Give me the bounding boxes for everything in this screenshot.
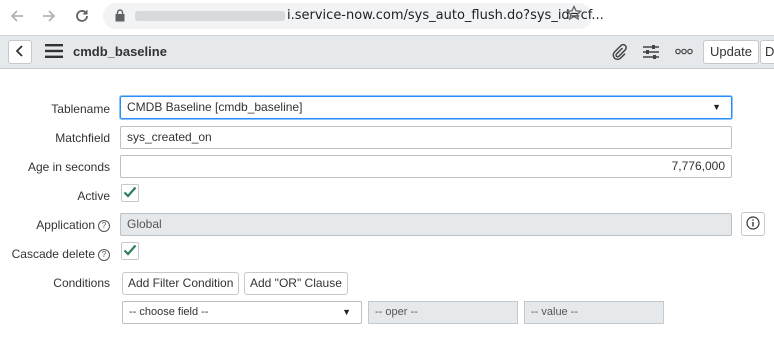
oper-value: -- oper -- — [375, 306, 418, 318]
dropdown-caret-icon: ▼ — [712, 102, 721, 112]
cascade-delete-label-wrap: Cascade delete? — [0, 247, 110, 261]
url-redacted — [135, 10, 285, 21]
application-label-wrap: Application? — [0, 218, 110, 232]
active-label: Active — [77, 189, 110, 203]
choose-field-value: -- choose field -- — [129, 306, 209, 318]
info-button[interactable] — [741, 212, 765, 236]
reload-icon[interactable] — [71, 5, 93, 27]
conditions-label: Conditions — [53, 276, 110, 290]
info-icon — [746, 215, 760, 233]
forward-icon[interactable] — [38, 5, 60, 27]
form-header: cmdb_baseline Update D — [0, 35, 774, 69]
hamburger-icon[interactable] — [45, 44, 63, 61]
matchfield-value: sys_created_on — [127, 130, 212, 144]
application-field: Global — [120, 213, 732, 236]
value-value: -- value -- — [531, 306, 579, 318]
more-icon[interactable] — [675, 48, 693, 55]
checkmark-icon — [123, 244, 137, 259]
chevron-left-icon — [15, 44, 25, 60]
checkmark-icon — [123, 186, 137, 201]
help-icon[interactable]: ? — [98, 248, 110, 261]
add-filter-condition-button[interactable]: Add Filter Condition — [122, 272, 240, 295]
help-icon[interactable]: ? — [98, 219, 110, 232]
matchfield-input[interactable]: sys_created_on — [120, 126, 732, 149]
cascade-delete-label: Cascade delete — [11, 247, 95, 261]
application-label: Application — [36, 218, 95, 232]
tablename-label: Tablename — [51, 102, 110, 116]
active-checkbox[interactable] — [121, 184, 139, 202]
page-title: cmdb_baseline — [73, 44, 167, 59]
matchfield-label: Matchfield — [55, 131, 110, 145]
oper-select[interactable]: -- oper -- — [368, 301, 518, 324]
paperclip-icon[interactable] — [610, 43, 628, 61]
cascade-delete-checkbox[interactable] — [121, 242, 139, 260]
star-icon[interactable] — [565, 4, 583, 24]
lock-icon — [115, 9, 125, 25]
update-button[interactable]: Update — [703, 40, 759, 64]
sliders-icon[interactable] — [642, 43, 660, 61]
choose-field-select[interactable]: -- choose field -- ▼ — [122, 301, 362, 324]
address-bar[interactable]: i.service-now.com/sys_auto_flush.do?sys_… — [103, 3, 604, 29]
age-value: 7,776,000 — [671, 159, 725, 173]
add-or-clause-button[interactable]: Add "OR" Clause — [244, 272, 348, 295]
browser-toolbar: i.service-now.com/sys_auto_flush.do?sys_… — [0, 0, 774, 32]
url-host: i.service-now.com — [287, 8, 404, 23]
tablename-value: CMDB Baseline [cmdb_baseline] — [127, 100, 303, 114]
dropdown-caret-icon: ▼ — [342, 307, 351, 317]
delete-button[interactable]: D — [760, 40, 774, 64]
age-input[interactable]: 7,776,000 — [120, 155, 732, 178]
age-label: Age in seconds — [27, 160, 110, 174]
application-value: Global — [127, 217, 162, 231]
value-input[interactable]: -- value -- — [524, 301, 664, 324]
back-icon[interactable] — [6, 5, 28, 27]
back-button[interactable] — [8, 40, 32, 64]
url-text: i.service-now.com/sys_auto_flush.do?sys_… — [135, 8, 604, 23]
tablename-select[interactable]: CMDB Baseline [cmdb_baseline] ▼ — [120, 96, 732, 119]
